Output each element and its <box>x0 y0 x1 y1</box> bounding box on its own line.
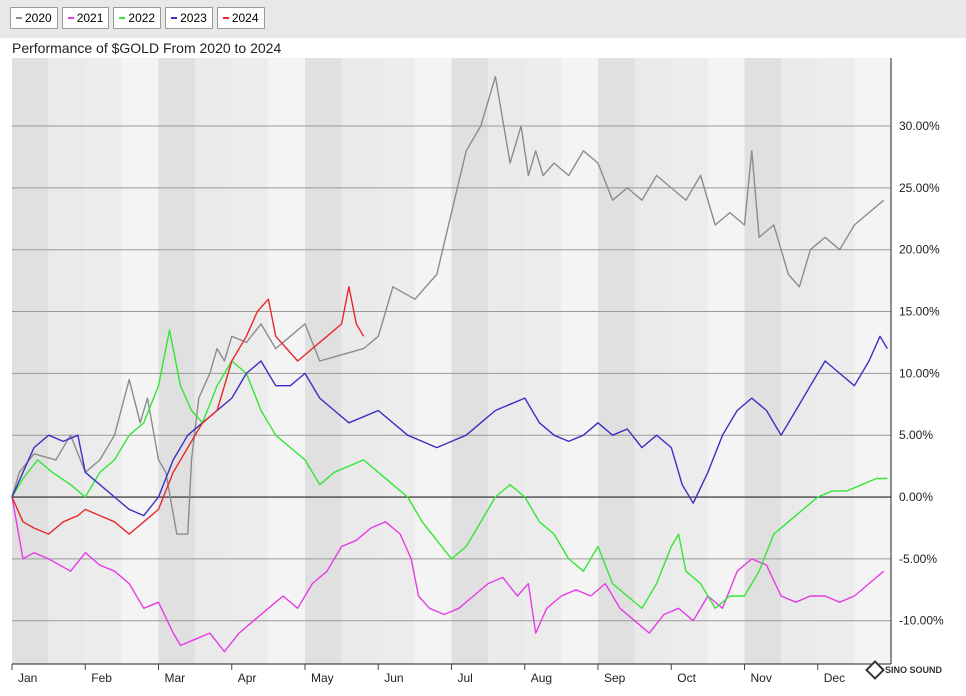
chart: -10.00% -5.00% 0.00% 5.00% 10.00% 15.00% 20.00… <box>11 58 944 685</box>
month-band-a <box>598 58 635 664</box>
x-tick-label: Dec <box>824 671 845 685</box>
month-band-a <box>744 58 782 664</box>
month-band-b <box>268 58 305 664</box>
month-band-a <box>524 58 562 664</box>
month-band-b <box>707 58 745 664</box>
y-tick-label: -10.00% <box>899 614 944 628</box>
y-tick-label: 0.00% <box>899 490 933 504</box>
month-band-a <box>671 58 708 664</box>
month-band-b <box>121 58 159 664</box>
month-band-b <box>488 58 525 664</box>
x-tick-label: Jun <box>384 671 403 685</box>
month-band-a <box>305 58 342 664</box>
month-band-a <box>12 58 49 664</box>
month-band-b <box>781 58 818 664</box>
month-band-a <box>451 58 489 664</box>
x-tick-label: Jan <box>18 671 37 685</box>
y-tick-label: 10.00% <box>899 366 940 380</box>
x-tick-label: Oct <box>677 671 696 685</box>
y-tick-label: 25.00% <box>899 181 940 195</box>
y-tick-label: -5.00% <box>899 552 937 566</box>
month-band-b <box>48 58 86 664</box>
x-tick-label: Sep <box>604 671 626 685</box>
watermark-text: SINO SOUND <box>885 664 943 675</box>
x-tick-label: Aug <box>531 671 552 685</box>
x-tick-label: Mar <box>165 671 186 685</box>
x-tick-label: Feb <box>91 671 112 685</box>
month-band-a <box>231 58 269 664</box>
x-tick-label: Apr <box>238 671 257 685</box>
y-tick-label: 30.00% <box>899 119 940 133</box>
month-band-b <box>854 58 891 664</box>
x-tick-label: Jul <box>458 671 473 685</box>
month-band-b <box>414 58 452 664</box>
y-tick-label: 20.00% <box>899 243 940 257</box>
diamond-icon <box>865 660 885 680</box>
x-tick-label: May <box>311 671 334 685</box>
month-band-b <box>341 58 379 664</box>
month-band-b <box>561 58 598 664</box>
month-band-b <box>634 58 672 664</box>
y-tick-label: 15.00% <box>899 305 940 319</box>
x-tick-label: Nov <box>751 671 772 685</box>
y-tick-label: 5.00% <box>899 428 933 442</box>
month-band-a <box>378 58 415 664</box>
watermark: SINO SOUND <box>865 660 943 680</box>
month-band-a <box>817 58 855 664</box>
